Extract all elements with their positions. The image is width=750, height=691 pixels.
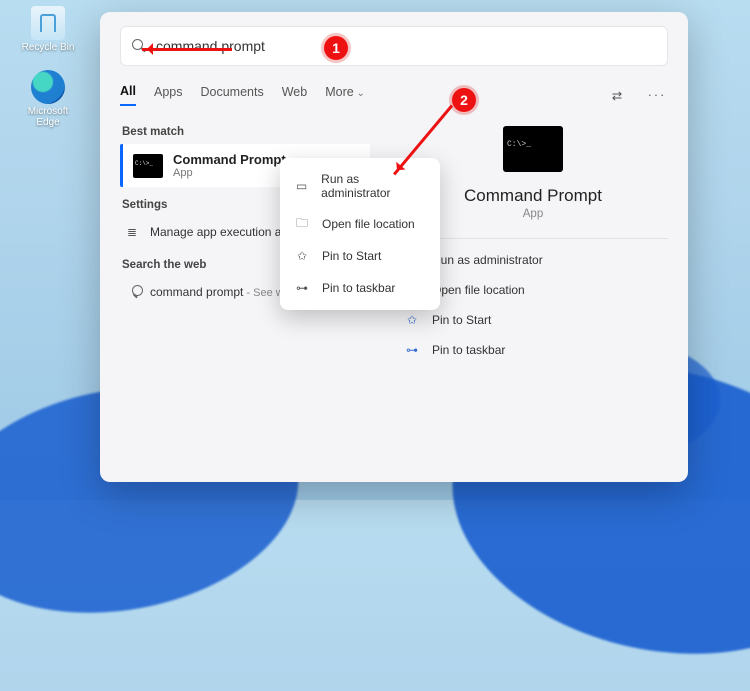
ctx-run-admin-label: Run as administrator — [321, 172, 426, 200]
ctx-pin-start-label: Pin to Start — [322, 249, 381, 263]
filter-tabs: All Apps Documents Web More ··· — [120, 84, 668, 106]
action-open-location-label: Open file location — [432, 283, 525, 297]
admin-shield-icon — [294, 178, 309, 194]
search-input[interactable] — [156, 38, 656, 54]
ctx-open-location-label: Open file location — [322, 217, 415, 231]
desktop-icon-recycle-bin[interactable]: Recycle Bin — [18, 6, 78, 53]
cmd-icon — [503, 126, 563, 172]
action-pin-start-label: Pin to Start — [432, 313, 491, 327]
context-menu: Run as administrator Open file location … — [280, 158, 440, 310]
tab-web[interactable]: Web — [282, 85, 307, 105]
best-match-subtitle: App — [173, 167, 286, 179]
ctx-pin-start[interactable]: Pin to Start — [280, 240, 440, 272]
more-options-icon[interactable]: ··· — [646, 84, 668, 106]
share-icon[interactable] — [606, 84, 628, 106]
tab-apps[interactable]: Apps — [154, 85, 183, 105]
action-pin-taskbar-label: Pin to taskbar — [432, 343, 505, 357]
desktop-icon-edge[interactable]: Microsoft Edge — [18, 70, 78, 128]
ctx-pin-taskbar[interactable]: Pin to taskbar — [280, 272, 440, 304]
action-pin-taskbar[interactable]: Pin to taskbar — [398, 335, 668, 365]
pin-icon — [294, 248, 310, 264]
tab-more[interactable]: More — [325, 85, 365, 105]
search-bar[interactable] — [120, 26, 668, 66]
annotation-arrow-1 — [142, 48, 232, 51]
ctx-pin-taskbar-label: Pin to taskbar — [322, 281, 395, 295]
action-run-admin-label: Run as administrator — [432, 253, 543, 267]
pin-icon — [404, 312, 420, 328]
ctx-run-admin[interactable]: Run as administrator — [280, 164, 440, 208]
pin-icon — [404, 342, 420, 358]
tab-documents[interactable]: Documents — [200, 85, 263, 105]
cmd-icon — [133, 154, 163, 178]
web-result-title: command prompt — [150, 285, 243, 299]
best-match-title: Command Prompt — [173, 152, 286, 167]
tab-all[interactable]: All — [120, 84, 136, 106]
folder-icon — [294, 216, 310, 232]
pin-icon — [294, 280, 310, 296]
recycle-bin-label: Recycle Bin — [18, 42, 78, 53]
edge-icon — [31, 70, 65, 104]
action-pin-start[interactable]: Pin to Start — [398, 305, 668, 335]
search-icon — [124, 285, 140, 299]
annotation-step-1: 1 — [324, 36, 348, 60]
edge-label: Microsoft Edge — [18, 106, 78, 128]
recycle-bin-icon — [31, 6, 65, 40]
section-best-match: Best match — [122, 126, 370, 138]
annotation-step-2: 2 — [452, 88, 476, 112]
settings-list-icon: ≣ — [124, 225, 140, 239]
ctx-open-location[interactable]: Open file location — [280, 208, 440, 240]
